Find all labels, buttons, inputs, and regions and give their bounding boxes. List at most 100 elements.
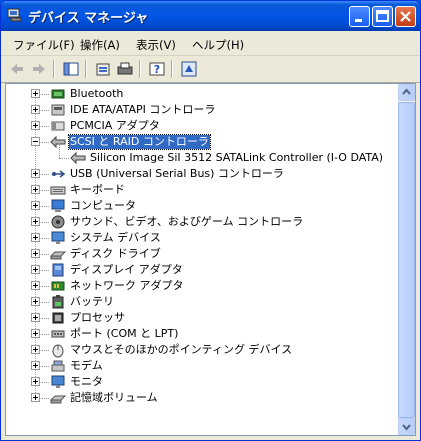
refresh-icon[interactable] bbox=[179, 59, 199, 79]
collapse-icon[interactable] bbox=[31, 137, 40, 146]
expand-icon[interactable] bbox=[31, 265, 40, 274]
tree-item-label[interactable]: コンピュータ bbox=[69, 199, 137, 213]
tree-category-item[interactable]: ディスク ドライブ bbox=[6, 246, 399, 262]
bluetooth-icon bbox=[51, 89, 65, 99]
tree-item-label[interactable]: プロセッサ bbox=[69, 311, 126, 325]
scsi-icon bbox=[70, 151, 86, 165]
tree-category-item[interactable]: ディスプレイ アダプタ bbox=[6, 262, 399, 278]
minimize-button[interactable] bbox=[349, 6, 370, 27]
tree-item-label[interactable]: SCSI と RAID コントローラ bbox=[68, 134, 211, 150]
arrow-down-icon bbox=[402, 424, 411, 431]
tree-item-label[interactable]: バッテリ bbox=[69, 295, 115, 309]
tree-item-label[interactable]: ネットワーク アダプタ bbox=[69, 279, 185, 293]
tree-item-label[interactable]: USB (Universal Serial Bus) コントローラ bbox=[69, 167, 285, 181]
expand-icon[interactable] bbox=[31, 313, 40, 322]
device-manager-window: デバイス マネージャ ファイル(F) 操作(A) 表示(V) ヘルプ(H) ? … bbox=[0, 0, 421, 441]
computer-icon bbox=[51, 199, 65, 212]
tree-item-label[interactable]: Silicon Image SiI 3512 SATALink Controll… bbox=[89, 151, 384, 165]
tree-category-item[interactable]: ポート (COM と LPT) bbox=[6, 326, 399, 342]
expand-icon[interactable] bbox=[31, 393, 40, 402]
tree-category-item[interactable]: コンピュータ bbox=[6, 198, 399, 214]
expand-icon[interactable] bbox=[31, 169, 40, 178]
expand-icon[interactable] bbox=[31, 89, 40, 98]
menu-file[interactable]: ファイル(F) bbox=[13, 37, 75, 53]
pcmcia-icon bbox=[51, 121, 65, 131]
monitor-icon bbox=[51, 375, 65, 388]
back-icon[interactable] bbox=[7, 59, 27, 79]
tree-item-label[interactable]: IDE ATA/ATAPI コントローラ bbox=[69, 103, 216, 117]
minimize-icon bbox=[355, 19, 362, 22]
expand-icon[interactable] bbox=[31, 377, 40, 386]
forward-icon[interactable] bbox=[29, 59, 49, 79]
help-icon[interactable]: ? bbox=[147, 59, 167, 79]
tree-item-label[interactable]: ディスプレイ アダプタ bbox=[69, 263, 184, 277]
tree-item-label[interactable]: モデム bbox=[69, 359, 104, 373]
expand-icon[interactable] bbox=[31, 249, 40, 258]
arrow-up-icon bbox=[402, 88, 411, 95]
modem-icon bbox=[51, 360, 65, 372]
expand-icon[interactable] bbox=[31, 361, 40, 370]
close-icon bbox=[400, 11, 411, 22]
tree-category-item[interactable]: プロセッサ bbox=[6, 310, 399, 326]
tree-item-label[interactable]: ディスク ドライブ bbox=[69, 247, 162, 261]
maximize-button[interactable] bbox=[372, 6, 393, 27]
menu-view[interactable]: 表示(V) bbox=[136, 37, 176, 53]
tree-child-item[interactable]: Silicon Image SiI 3512 SATALink Controll… bbox=[6, 142, 399, 166]
tree-category-item[interactable]: キーボード bbox=[6, 182, 399, 198]
expand-icon[interactable] bbox=[31, 281, 40, 290]
title-bar[interactable]: デバイス マネージャ bbox=[1, 1, 420, 31]
vertical-scrollbar[interactable] bbox=[398, 84, 415, 435]
tree-item-label[interactable]: モニタ bbox=[69, 375, 104, 389]
keyboard-icon bbox=[50, 186, 66, 195]
tree-category-item[interactable]: 記憶域ボリューム bbox=[6, 390, 399, 406]
ide-controller-icon bbox=[51, 104, 65, 116]
tree-item-label[interactable]: サウンド、ビデオ、およびゲーム コントローラ bbox=[69, 215, 304, 229]
menu-bar: ファイル(F) 操作(A) 表示(V) ヘルプ(H) bbox=[1, 31, 420, 56]
device-tree: Bluetooth IDE ATA/ATAPI コントローラ PCMCIA アダプタ… bbox=[6, 84, 399, 435]
tree-item-label[interactable]: 記憶域ボリューム bbox=[69, 391, 159, 405]
scroll-down-button[interactable] bbox=[398, 418, 415, 435]
expand-icon[interactable] bbox=[31, 329, 40, 338]
print-icon[interactable] bbox=[115, 59, 135, 79]
tree-item-label[interactable]: ポート (COM と LPT) bbox=[69, 327, 179, 341]
expand-icon[interactable] bbox=[31, 345, 40, 354]
window-title: デバイス マネージャ bbox=[28, 11, 149, 26]
tree-category-item[interactable]: マウスとそのほかのポインティング デバイス bbox=[6, 342, 399, 358]
console-tree-icon[interactable] bbox=[61, 59, 81, 79]
scroll-up-button[interactable] bbox=[398, 84, 415, 101]
expand-icon[interactable] bbox=[31, 121, 40, 130]
tree-category-item[interactable]: SCSI と RAID コントローラ bbox=[6, 134, 399, 150]
tree-category-item[interactable]: IDE ATA/ATAPI コントローラ bbox=[6, 102, 399, 118]
expand-icon[interactable] bbox=[31, 297, 40, 306]
tree-item-label[interactable]: キーボード bbox=[69, 183, 126, 197]
tree-category-item[interactable]: USB (Universal Serial Bus) コントローラ bbox=[6, 166, 399, 182]
tree-category-item[interactable]: ネットワーク アダプタ bbox=[6, 278, 399, 294]
close-button[interactable] bbox=[395, 6, 416, 27]
tree-category-item[interactable]: モニタ bbox=[6, 374, 399, 390]
tree-category-item[interactable]: サウンド、ビデオ、およびゲーム コントローラ bbox=[6, 214, 399, 230]
properties-icon[interactable] bbox=[93, 59, 113, 79]
tree-category-item[interactable]: システム デバイス bbox=[6, 230, 399, 246]
menu-action[interactable]: 操作(A) bbox=[80, 37, 120, 53]
expand-icon[interactable] bbox=[31, 201, 40, 210]
tree-item-label[interactable]: Bluetooth bbox=[69, 87, 124, 101]
expand-icon[interactable] bbox=[31, 217, 40, 226]
sound-icon bbox=[51, 215, 65, 229]
scroll-thumb[interactable] bbox=[398, 102, 415, 418]
tree-category-item[interactable]: モデム bbox=[6, 358, 399, 374]
device-tree-pane[interactable]: Bluetooth IDE ATA/ATAPI コントローラ PCMCIA アダプタ… bbox=[5, 83, 416, 436]
tree-item-label[interactable]: PCMCIA アダプタ bbox=[69, 119, 161, 133]
expand-icon[interactable] bbox=[31, 233, 40, 242]
tree-category-item[interactable]: バッテリ bbox=[6, 294, 399, 310]
tree-item-label[interactable]: システム デバイス bbox=[69, 231, 162, 245]
usb-icon bbox=[52, 170, 66, 178]
scsi-icon bbox=[50, 135, 66, 149]
tree-item-label[interactable]: マウスとそのほかのポインティング デバイス bbox=[69, 343, 293, 357]
menu-help[interactable]: ヘルプ(H) bbox=[192, 37, 244, 53]
expand-icon[interactable] bbox=[31, 105, 40, 114]
toolbar: ? bbox=[1, 56, 420, 83]
expand-icon[interactable] bbox=[31, 185, 40, 194]
device-manager-icon bbox=[7, 8, 22, 22]
tree-category-item[interactable]: Bluetooth bbox=[6, 86, 399, 102]
tree-category-item[interactable]: PCMCIA アダプタ bbox=[6, 118, 399, 134]
